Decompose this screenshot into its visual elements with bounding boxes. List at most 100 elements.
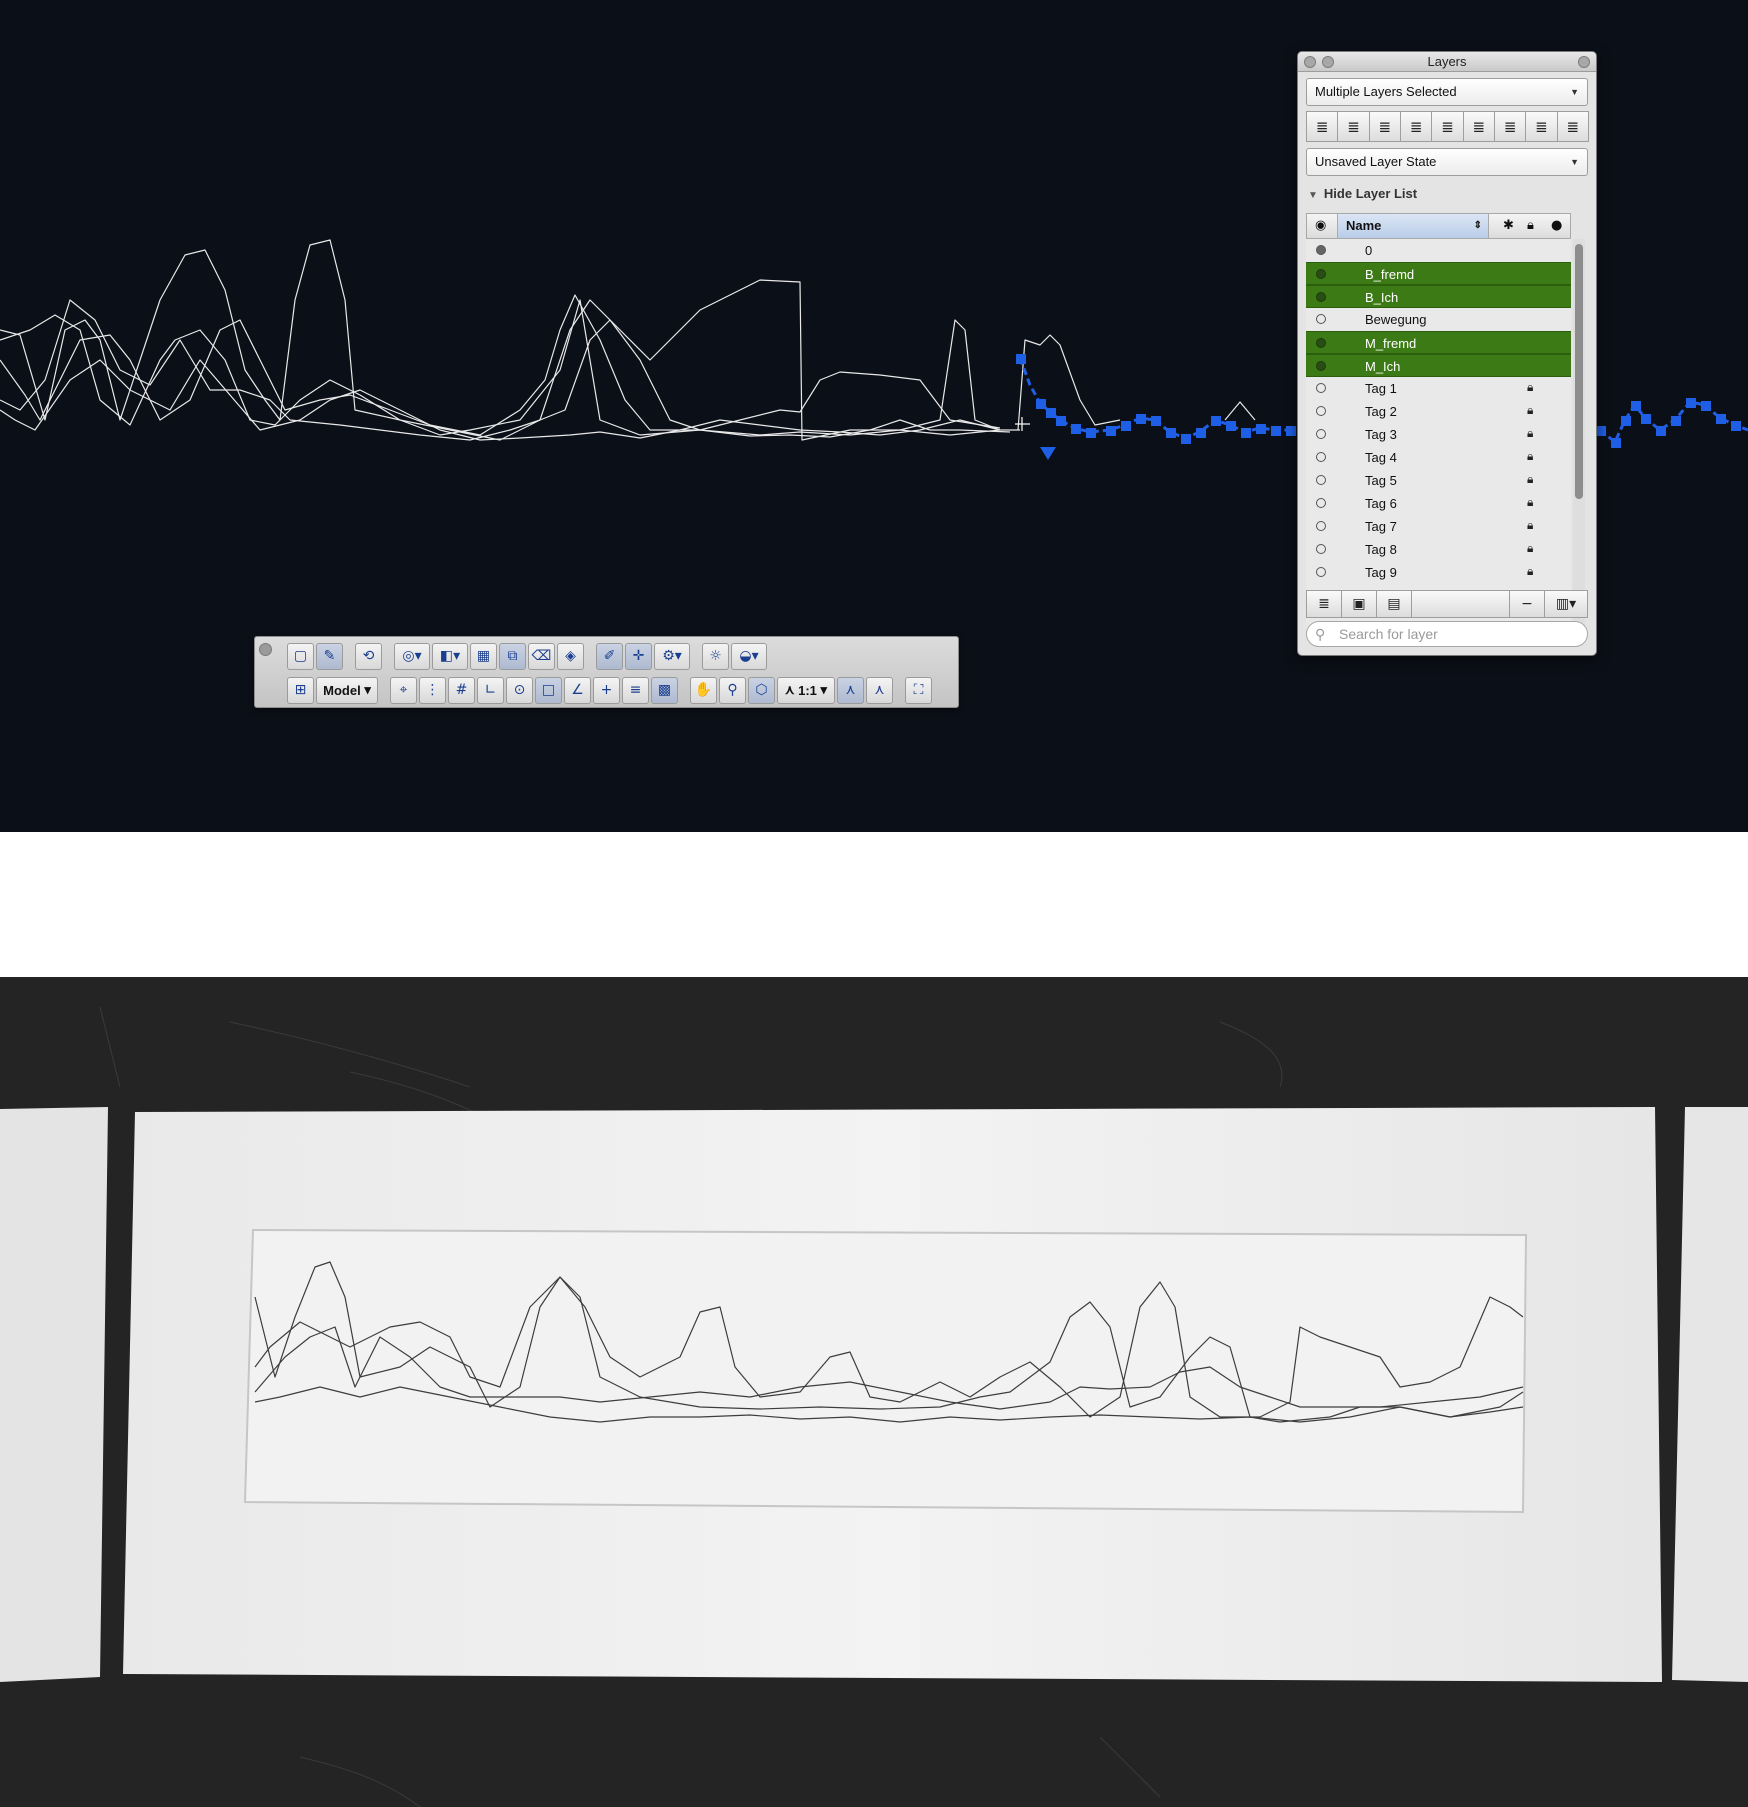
dynamic-input-icon[interactable]: + — [593, 676, 620, 704]
polar-icon[interactable]: ⊙ — [506, 676, 533, 704]
zoom-button[interactable] — [1578, 56, 1590, 68]
select-icon[interactable]: ▢ — [287, 642, 314, 670]
layer-row[interactable]: 0 — [1306, 239, 1571, 262]
layer-selection-dropdown[interactable]: Multiple Layers Selected ▼ — [1306, 78, 1588, 106]
layer-row[interactable]: Tag 6 🔒︎ — [1306, 492, 1571, 515]
layer-row[interactable]: Tag 7 🔒︎ — [1306, 515, 1571, 538]
annotation-autoscale-icon[interactable]: ⋏ — [866, 676, 893, 704]
layer-row[interactable]: Tag 3 🔒︎ — [1306, 423, 1571, 446]
lock-icon[interactable]: 🔒︎ — [1527, 541, 1533, 556]
visibility-dot-icon[interactable] — [1316, 406, 1326, 416]
pencil-line-icon[interactable]: ✎ — [316, 642, 343, 670]
close-button[interactable] — [1304, 56, 1316, 68]
layers-titlebar[interactable]: Layers — [1298, 52, 1596, 72]
layer-previous-icon[interactable]: ≣ — [1431, 111, 1464, 142]
layer-row[interactable]: Tag 4 🔒︎ — [1306, 446, 1571, 469]
layer-row[interactable]: Bewegung — [1306, 308, 1571, 331]
visibility-dot-icon[interactable] — [1316, 314, 1326, 324]
hide-layer-list-toggle[interactable]: ▼ Hide Layer List — [1308, 186, 1417, 201]
layer-row[interactable]: M_fremd — [1306, 331, 1571, 354]
visibility-dot-icon[interactable] — [1316, 245, 1326, 255]
new-layer-icon[interactable]: ≣ — [1307, 591, 1342, 617]
display-mode-icon[interactable]: ◒▾ — [731, 642, 767, 670]
layer-row[interactable]: M_Ich — [1306, 354, 1571, 377]
layer-search-input[interactable]: ⚲ Search for layer — [1306, 621, 1588, 647]
lock-icon[interactable]: 🔒︎ — [1527, 380, 1533, 395]
visibility-dot-icon[interactable] — [1316, 452, 1326, 462]
layer-lock-icon[interactable]: ≣ — [1525, 111, 1558, 142]
view-cube-icon[interactable]: ⬡ — [748, 676, 775, 704]
layer-row[interactable]: Tag 5 🔒︎ — [1306, 469, 1571, 492]
light-sun-icon[interactable]: ☼ — [702, 642, 729, 670]
layer-row[interactable]: B_fremd — [1306, 262, 1571, 285]
layer-row[interactable]: Tag 2 🔒︎ — [1306, 400, 1571, 423]
object-snap-icon[interactable]: □ — [535, 676, 562, 704]
lock-icon[interactable]: 🔒︎ — [1527, 564, 1533, 579]
layer-walk-icon[interactable]: ≣ — [1462, 111, 1495, 142]
visibility-dot-icon[interactable] — [1316, 383, 1326, 393]
visibility-dot-icon[interactable] — [1316, 498, 1326, 508]
visibility-dot-icon[interactable] — [1316, 338, 1326, 348]
render-mode-icon[interactable]: ◎▾ — [394, 642, 430, 670]
delete-layer-icon[interactable]: − — [1510, 591, 1545, 617]
annotation-visibility-icon[interactable]: ⋏ — [837, 676, 864, 704]
layer-row[interactable]: Tag 1 🔒︎ — [1306, 377, 1571, 400]
annotation-scale-dropdown[interactable]: ⋏ 1:1 ▾ — [777, 676, 835, 704]
visibility-dot-icon[interactable] — [1316, 475, 1326, 485]
new-filter-icon[interactable]: ▤ — [1377, 591, 1412, 617]
layer-row[interactable]: Tag 9 🔒︎ — [1306, 561, 1571, 584]
visibility-dot-icon[interactable] — [1316, 567, 1326, 577]
paint-icon[interactable]: ⚙▾ — [654, 642, 690, 670]
grid-icon[interactable]: # — [448, 676, 475, 704]
layer-isolate-icon[interactable]: ≣ — [1337, 111, 1370, 142]
toolbar-close-button[interactable] — [259, 643, 272, 656]
plot-icon[interactable]: ● — [1551, 214, 1562, 238]
layer-state-dropdown[interactable]: Unsaved Layer State ▼ — [1306, 148, 1588, 176]
layer-unlock-icon[interactable]: ≣ — [1556, 111, 1589, 142]
freeze-icon[interactable]: ✱ — [1503, 214, 1514, 238]
model-dropdown[interactable]: Model ▾ — [316, 676, 378, 704]
minimize-button[interactable] — [1322, 56, 1334, 68]
zoom-icon[interactable]: ⚲ — [719, 676, 746, 704]
layer-cube-icon[interactable]: ◧▾ — [432, 642, 468, 670]
orbit-icon[interactable]: ⟲ — [355, 642, 382, 670]
fullscreen-icon[interactable]: ⛶ — [905, 676, 932, 704]
grid-cube-icon[interactable]: ▦ — [470, 642, 497, 670]
visibility-dot-icon[interactable] — [1316, 269, 1326, 279]
pan-hand-icon[interactable]: ✋ — [690, 676, 717, 704]
drawing-viewport[interactable]: ▢ ✎ ⟲ ◎▾ ◧▾ ▦ ⧉ ⌫ ◈ ✐ ✛ ⚙▾ ☼ ◒▾ ⊞ Model … — [0, 0, 1748, 832]
dotted-grid-icon[interactable]: ⋮ — [419, 676, 446, 704]
eye-icon[interactable]: ◉ — [1315, 214, 1326, 238]
overlap-icon[interactable]: ⧉ — [499, 642, 526, 670]
angle-icon[interactable]: ∠ — [564, 676, 591, 704]
visibility-dot-icon[interactable] — [1316, 292, 1326, 302]
snap-pencil-icon[interactable]: ✐ — [596, 642, 623, 670]
lineweight-icon[interactable]: ≡ — [622, 676, 649, 704]
visibility-dot-icon[interactable] — [1316, 361, 1326, 371]
new-group-icon[interactable]: ▣ — [1342, 591, 1377, 617]
layer-list-scrollbar[interactable] — [1575, 244, 1583, 499]
visibility-dot-icon[interactable] — [1316, 429, 1326, 439]
layer-row[interactable]: Tag 8 🔒︎ — [1306, 538, 1571, 561]
lock-icon[interactable]: 🔒︎ — [1527, 518, 1533, 533]
lock-icon[interactable]: 🔒︎ — [1527, 449, 1533, 464]
name-column-header[interactable]: Name ⇕ — [1337, 214, 1489, 238]
layer-match-icon[interactable]: ≣ — [1399, 111, 1433, 142]
layer-unisolate-icon[interactable]: ≣ — [1368, 111, 1401, 142]
lock-icon[interactable]: 🔒︎ — [1527, 426, 1533, 441]
visibility-dot-icon[interactable] — [1316, 521, 1326, 531]
eraser-icon[interactable]: ⌫ — [528, 642, 555, 670]
lock-icon[interactable]: 🔒︎ — [1527, 403, 1533, 418]
viewports-icon[interactable]: ⊞ — [287, 676, 314, 704]
visibility-dot-icon[interactable] — [1316, 544, 1326, 554]
transparency-icon[interactable]: ▩ — [651, 676, 678, 704]
ortho-icon[interactable]: ∟ — [477, 676, 504, 704]
lock-icon[interactable]: 🔒︎ — [1527, 495, 1533, 510]
crosshair-icon[interactable]: ✛ — [625, 642, 652, 670]
lock-icon[interactable]: 🔒︎ — [1527, 472, 1533, 487]
lock-icon[interactable]: 🔒︎ — [1527, 214, 1534, 238]
ucs-icon[interactable]: ⌖ — [390, 676, 417, 704]
fill-icon[interactable]: ◈ — [557, 642, 584, 670]
layer-properties-icon[interactable]: ≣ — [1306, 111, 1339, 142]
layer-off-icon[interactable]: ≣ — [1493, 111, 1527, 142]
